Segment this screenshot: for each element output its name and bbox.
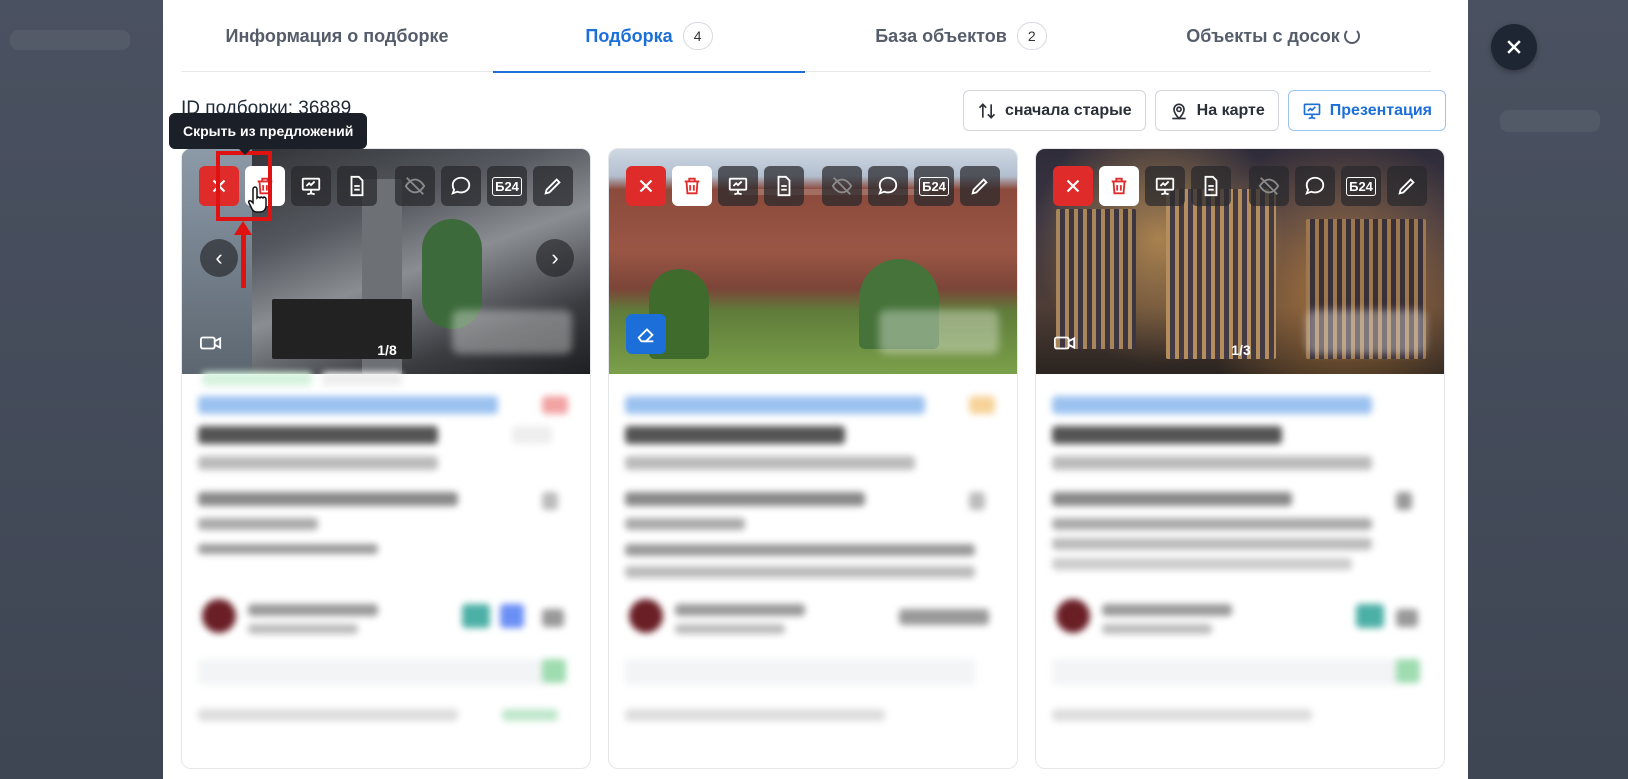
b24-icon: Б24 [919, 176, 949, 196]
pencil-icon [971, 178, 988, 195]
tab-label: База объектов [875, 25, 1007, 46]
blurred-listing-details [182, 372, 590, 768]
remove-button[interactable] [1053, 166, 1093, 206]
b24-button[interactable]: Б24 [487, 166, 527, 206]
document-button[interactable] [1191, 166, 1231, 206]
backdrop-element [10, 30, 130, 50]
hide-tooltip: Скрыть из предложений [169, 113, 368, 155]
sort-label: сначала старые [1004, 101, 1132, 119]
document-icon [1204, 175, 1218, 197]
close-icon [1066, 179, 1080, 193]
photo-counter: 1/8 [377, 342, 397, 358]
presentation-icon [301, 177, 321, 196]
trash-icon [1111, 177, 1127, 195]
presentation-label: Презентация [1329, 101, 1432, 119]
comment-button[interactable] [1295, 166, 1335, 206]
blurred-listing-details [609, 374, 1017, 768]
close-icon [639, 179, 653, 193]
b24-button[interactable]: Б24 [1341, 166, 1381, 206]
hide-button[interactable] [672, 166, 712, 206]
photo-detail [1166, 189, 1276, 359]
eye-off-icon [404, 177, 426, 195]
photo-detail [1056, 209, 1136, 349]
listing-card[interactable]: Б24 [608, 148, 1018, 769]
map-pin-icon [1172, 103, 1186, 120]
eraser-icon [637, 328, 654, 343]
visibility-button[interactable] [1249, 166, 1289, 206]
tab-selection[interactable]: Подборка 4 [493, 0, 805, 73]
backdrop-element [1500, 110, 1600, 132]
presentation-button[interactable]: Презентация [1287, 90, 1446, 131]
remove-button[interactable] [626, 166, 666, 206]
presentation-icon [1303, 103, 1321, 119]
close-icon [1507, 40, 1521, 54]
edit-button[interactable] [1387, 166, 1427, 206]
presentation-toggle-button[interactable] [291, 166, 331, 206]
document-icon [350, 175, 364, 197]
tab-bar: Информация о подборке Подборка 4 База об… [181, 0, 1431, 73]
toolbar: сначала старые На карте Презентация [962, 90, 1446, 131]
presentation-toggle-button[interactable] [718, 166, 758, 206]
tab-label: Информация о подборке [225, 25, 449, 46]
edit-button[interactable] [960, 166, 1000, 206]
comment-icon [1305, 176, 1325, 195]
selection-modal: Информация о подборке Подборка 4 База об… [163, 0, 1468, 779]
edit-button[interactable] [533, 166, 573, 206]
eye-off-icon [831, 177, 853, 195]
pencil-icon [544, 178, 561, 195]
photo-counter: 1/3 [1231, 342, 1251, 358]
document-button[interactable] [764, 166, 804, 206]
arrow-shaft [241, 228, 246, 288]
comment-button[interactable] [441, 166, 481, 206]
sort-icon [978, 102, 996, 119]
comment-button[interactable] [868, 166, 908, 206]
tab-info[interactable]: Информация о подборке [181, 0, 493, 72]
document-icon [777, 175, 791, 197]
visibility-button[interactable] [822, 166, 862, 206]
comment-icon [878, 176, 898, 195]
presentation-toggle-button[interactable] [1145, 166, 1185, 206]
presentation-icon [728, 177, 748, 196]
prev-photo-button[interactable]: ‹ [200, 239, 238, 277]
presentation-icon [1155, 177, 1175, 196]
tab-label: Подборка [585, 25, 673, 46]
b24-icon: Б24 [1346, 176, 1376, 196]
visibility-button[interactable] [395, 166, 435, 206]
sort-button[interactable]: сначала старые [962, 90, 1146, 131]
document-button[interactable] [337, 166, 377, 206]
card-actions: Б24 [1053, 166, 1427, 206]
count-badge: 2 [1016, 22, 1047, 50]
loading-spinner-icon [1343, 28, 1360, 44]
blurred-watermark [879, 310, 999, 354]
comment-icon [451, 176, 471, 195]
tab-objects-base[interactable]: База объектов 2 [805, 0, 1117, 72]
blurred-listing-details [1036, 374, 1444, 768]
listing-card[interactable]: 1/3 Б24 [1035, 148, 1445, 769]
pencil-icon [1398, 178, 1415, 195]
map-button[interactable]: На карте [1154, 90, 1279, 131]
b24-icon: Б24 [492, 176, 522, 196]
eye-off-icon [1258, 177, 1280, 195]
map-label: На карте [1196, 101, 1265, 119]
card-actions: Б24 [626, 166, 1000, 206]
b24-button[interactable]: Б24 [914, 166, 954, 206]
trash-icon [684, 177, 700, 195]
tab-board-objects[interactable]: Объекты с досок [1117, 0, 1429, 72]
next-photo-button[interactable]: › [536, 239, 574, 277]
eraser-button[interactable] [626, 314, 666, 354]
tab-label: Объекты с досок [1186, 25, 1340, 46]
close-modal-button[interactable] [1491, 24, 1537, 70]
hand-cursor-icon [248, 186, 267, 213]
count-badge: 4 [682, 22, 713, 50]
hide-button[interactable] [1099, 166, 1139, 206]
